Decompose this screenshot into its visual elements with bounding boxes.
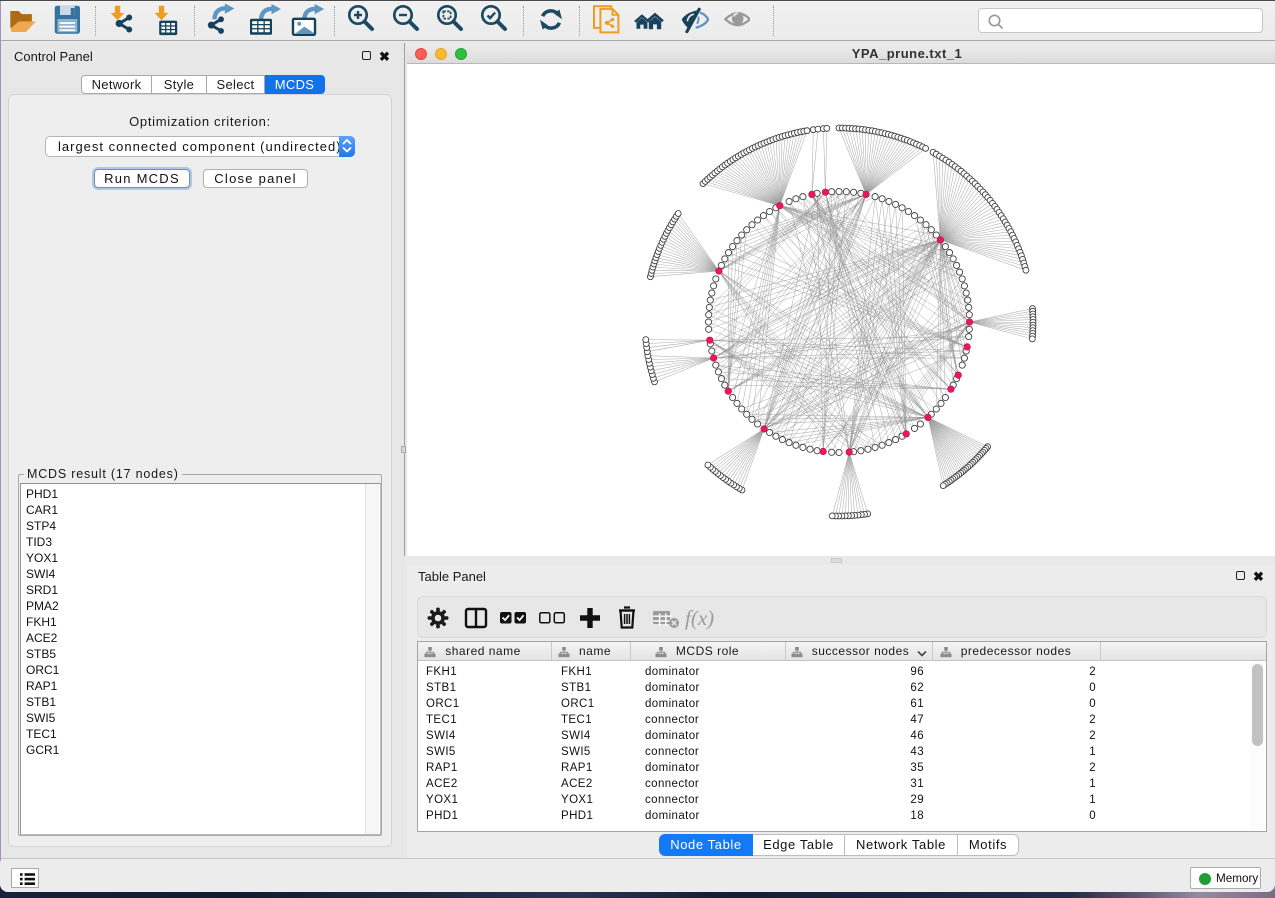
svg-text:f(x): f(x) — [685, 606, 714, 630]
